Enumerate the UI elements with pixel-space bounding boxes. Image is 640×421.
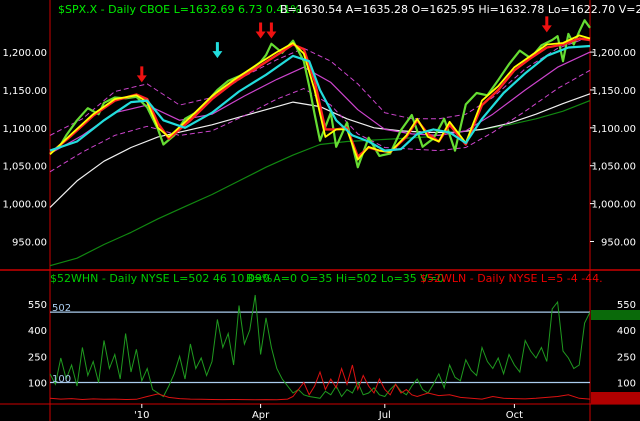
price-ytick-left: 1,100.00 (2, 124, 47, 135)
price-line (49, 19, 591, 169)
price-ytick-left: 950.00 (12, 237, 47, 248)
breadth-panel: 550 550 400 400 250 250 100 100 (28, 294, 636, 401)
breadth-ytick-left: 100 (28, 379, 47, 390)
red-signal-arrow (266, 22, 277, 39)
breadth-ytick-right: 400 (617, 326, 636, 337)
price-ytick-left: 1,200.00 (2, 48, 47, 59)
price-header-symbol: $SPX.X - Daily CBOE L=1632.69 6.73 0.41% (58, 3, 301, 16)
x-tick-label: '10 (134, 410, 149, 421)
band-lower-line (49, 69, 591, 173)
price-ytick-left: 1,050.00 (2, 162, 47, 173)
breadth-series-group (49, 294, 591, 401)
red-signal-arrow (255, 22, 266, 39)
breadth-ytick-left: 400 (28, 326, 47, 337)
red-signal-arrow (541, 16, 552, 33)
chart-stage: 1,200.00 1,200.00 1,150.00 1,150.00 1,100.00… (0, 0, 640, 421)
cyan-signal-arrow (212, 42, 223, 59)
price-axis: 1,200.00 1,200.00 1,150.00 1,150.00 1,100.00… (2, 48, 636, 248)
breadth-ytick-left: 550 (28, 300, 47, 311)
x-tick-label: Jul (378, 410, 391, 421)
price-ytick-right: 1,150.00 (591, 86, 636, 97)
breadth-ytick-right: 550 (617, 300, 636, 311)
ref-label-502: 502 (52, 303, 71, 314)
price-ytick-left: 1,150.00 (2, 86, 47, 97)
price-ytick-right: 1,200.00 (591, 48, 636, 59)
x-tick-label: Apr (252, 410, 270, 421)
wh-last-value-block (591, 310, 640, 320)
wl-last-value-block (591, 392, 640, 404)
band-upper-line (49, 36, 591, 136)
price-ytick-right: 1,050.00 (591, 162, 636, 173)
breadth-ytick-left: 250 (28, 352, 47, 363)
chart-canvas: 1,200.00 1,200.00 1,150.00 1,150.00 1,100.00… (0, 0, 640, 421)
breadth-header-wh: $52WHN - Daily NYSE L=502 46 10.09% (50, 272, 272, 285)
breadth-ytick-right: 100 (617, 379, 636, 390)
x-axis: '10 Apr Jul Oct (134, 404, 523, 421)
chart-frame (0, 0, 640, 421)
ref-label-100: 100 (52, 374, 71, 385)
price-ytick-right: 1,000.00 (591, 200, 636, 211)
price-ytick-left: 1,000.00 (2, 200, 47, 211)
price-series-group (49, 19, 591, 267)
ma-green-line (49, 100, 591, 267)
breadth-ytick-right: 250 (617, 352, 636, 363)
price-header-quote: B=1630.54 A=1635.28 O=1625.95 Hi=1632.78… (280, 3, 640, 16)
breadth-header-quote: B=0 A=0 O=35 Hi=502 Lo=35 V=0 (246, 272, 444, 285)
red-signal-arrow (136, 66, 147, 83)
price-ytick-right: 950.00 (601, 237, 636, 248)
price-ytick-right: 1,100.00 (591, 124, 636, 135)
x-tick-label: Oct (506, 410, 523, 421)
price-panel: 1,200.00 1,200.00 1,150.00 1,150.00 1,100.00… (2, 16, 636, 267)
breadth-header-wl: $52WLN - Daily NYSE L=5 -4 -44. (420, 272, 603, 285)
